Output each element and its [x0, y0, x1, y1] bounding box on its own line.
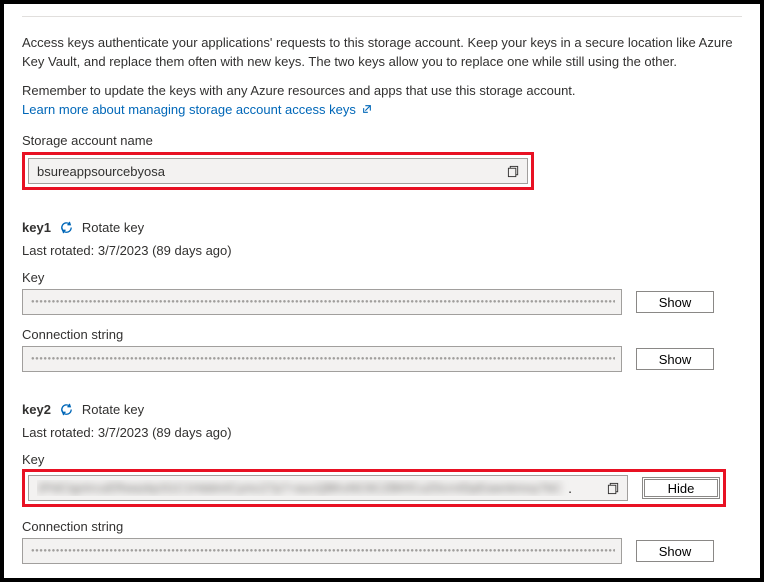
top-divider [22, 16, 742, 17]
key1-conn-field: ●●●●●●●●●●●●●●●●●●●●●●●●●●●●●●●●●●●●●●●●… [22, 346, 622, 372]
rotate-key-link[interactable]: Rotate key [82, 220, 144, 235]
key1-conn-show-button[interactable]: Show [636, 348, 714, 370]
key2-conn-label: Connection string [22, 519, 742, 534]
key1-key-masked: ●●●●●●●●●●●●●●●●●●●●●●●●●●●●●●●●●●●●●●●●… [31, 299, 615, 305]
key2-key-field: 2PdCIgnIrcuERwazkjc51C1HddmICymc27p7+auc… [28, 475, 628, 501]
intro-paragraph-1: Access keys authenticate your applicatio… [22, 34, 742, 72]
key2-conn-masked: ●●●●●●●●●●●●●●●●●●●●●●●●●●●●●●●●●●●●●●●●… [31, 548, 615, 554]
key2-heading: key2 [22, 402, 51, 417]
copy-icon[interactable] [505, 163, 521, 179]
copy-icon[interactable] [605, 480, 621, 496]
storage-account-name-highlight: bsureappsourcebyosa [22, 152, 534, 190]
key2-key-label: Key [22, 452, 742, 467]
key2-key-hide-button[interactable]: Hide [642, 477, 720, 499]
key2-key-highlight: 2PdCIgnIrcuERwazkjc51C1HddmICymc27p7+auc… [22, 469, 726, 507]
key1-conn-masked: ●●●●●●●●●●●●●●●●●●●●●●●●●●●●●●●●●●●●●●●●… [31, 356, 615, 362]
rotate-key-link[interactable]: Rotate key [82, 402, 144, 417]
key2-last-rotated: Last rotated: 3/7/2023 (89 days ago) [22, 425, 742, 440]
key1-heading: key1 [22, 220, 51, 235]
key1-heading-row: key1 Rotate key [22, 220, 742, 235]
key2-conn-field: ●●●●●●●●●●●●●●●●●●●●●●●●●●●●●●●●●●●●●●●●… [22, 538, 622, 564]
storage-account-name-value: bsureappsourcebyosa [37, 164, 505, 179]
key2-conn-show-button[interactable]: Show [636, 540, 714, 562]
key2-key-value: 2PdCIgnIrcuERwazkjc51C1HddmICymc27p7+auc… [37, 481, 562, 495]
storage-account-name-label: Storage account name [22, 133, 742, 148]
intro-paragraph-2: Remember to update the keys with any Azu… [22, 82, 742, 120]
rotate-icon[interactable] [59, 402, 74, 417]
key1-key-field: ●●●●●●●●●●●●●●●●●●●●●●●●●●●●●●●●●●●●●●●●… [22, 289, 622, 315]
key1-last-rotated: Last rotated: 3/7/2023 (89 days ago) [22, 243, 742, 258]
intro-text: Access keys authenticate your applicatio… [22, 34, 742, 119]
key1-key-label: Key [22, 270, 742, 285]
external-link-icon [362, 105, 372, 117]
key2-key-truncation-dot: . [568, 480, 572, 496]
storage-account-name-field: bsureappsourcebyosa [28, 158, 528, 184]
key1-key-show-button[interactable]: Show [636, 291, 714, 313]
key1-conn-label: Connection string [22, 327, 742, 342]
learn-more-link[interactable]: Learn more about managing storage accoun… [22, 102, 372, 117]
key2-heading-row: key2 Rotate key [22, 402, 742, 417]
rotate-icon[interactable] [59, 220, 74, 235]
